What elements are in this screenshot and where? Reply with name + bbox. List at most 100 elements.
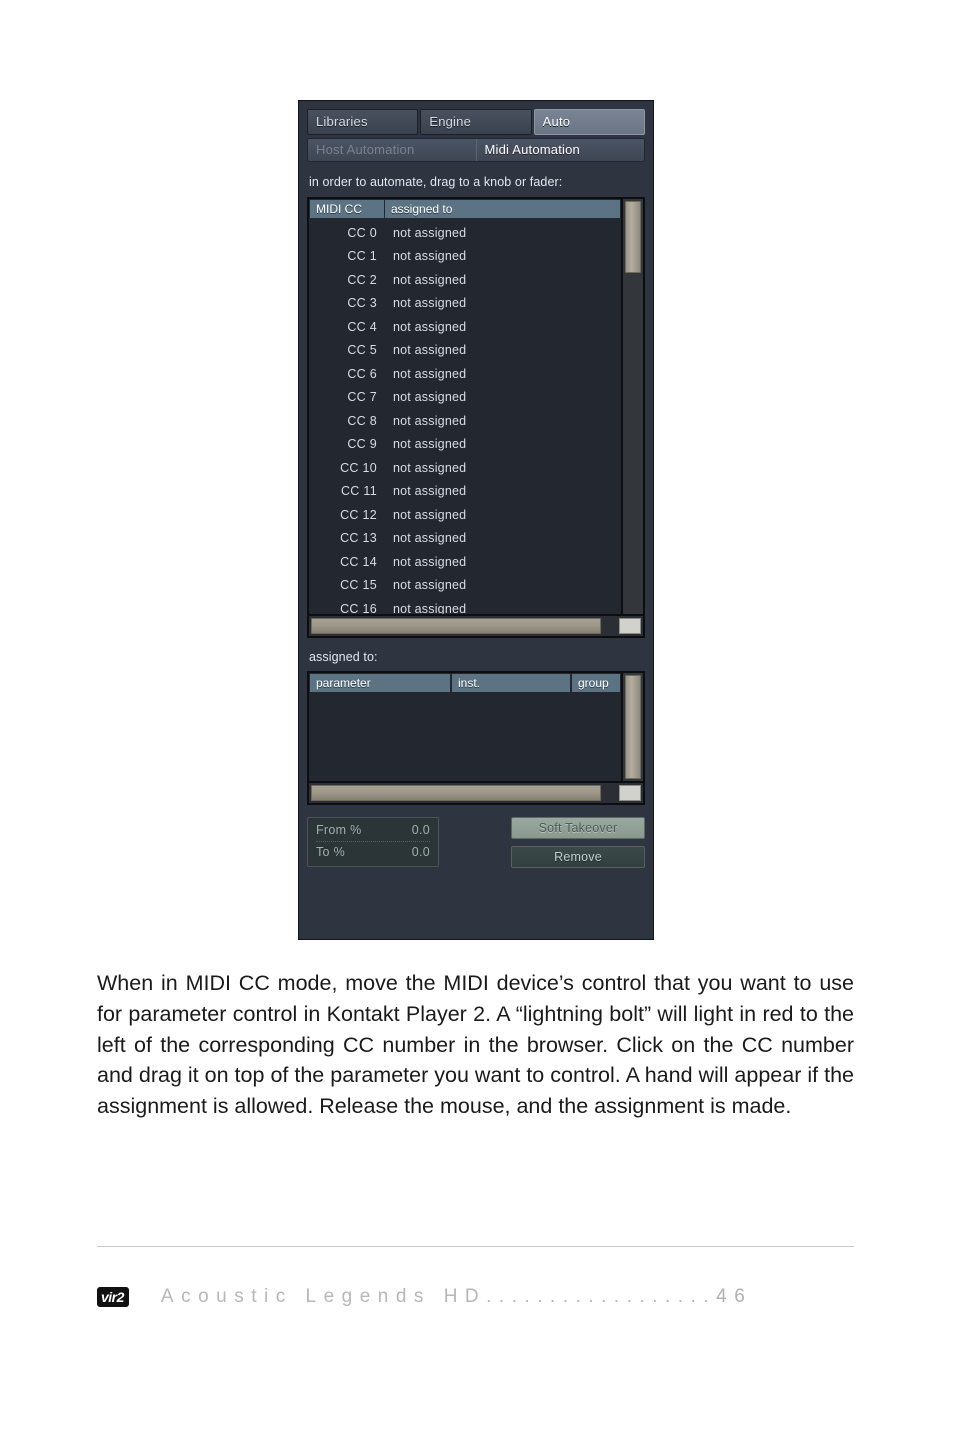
body-paragraph: When in MIDI CC mode, move the MIDI devi…	[97, 971, 854, 1119]
cc-assignment: not assigned	[393, 249, 467, 264]
cc-number: CC 10	[340, 460, 377, 475]
from-percent-row[interactable]: From % 0.0	[316, 822, 430, 839]
table-row[interactable]: CC 12 not assigned	[309, 503, 621, 527]
midi-cc-list-inner: MIDI CC assigned to CC 0 not assigned CC 1…	[309, 199, 643, 614]
cc-number: CC 14	[340, 554, 377, 569]
range-divider	[316, 841, 430, 842]
cc-assignment: not assigned	[393, 366, 467, 381]
tab-libraries-label: Libraries	[316, 114, 368, 129]
table-row[interactable]: CC 11 not assigned	[309, 480, 621, 504]
table-row[interactable]: CC 0 not assigned	[309, 221, 621, 245]
cc-assignment: not assigned	[393, 272, 467, 287]
subtab-midi-automation-label: Midi Automation	[484, 142, 580, 157]
cc-number: CC 15	[340, 578, 377, 593]
table-row[interactable]: CC 15 not assigned	[309, 574, 621, 598]
cc-assignment: not assigned	[393, 578, 467, 593]
assigned-to-table: parameter inst. group	[307, 671, 645, 805]
table-row[interactable]: CC 13 not assigned	[309, 527, 621, 551]
cc-number: CC 1	[347, 249, 377, 264]
cc-assignment: not assigned	[393, 225, 467, 240]
column-header-parameter[interactable]: parameter	[310, 674, 450, 692]
midi-cc-columns: MIDI CC assigned to CC 0 not assigned CC 1…	[309, 199, 621, 614]
cc-assignment: not assigned	[393, 437, 467, 452]
column-header-group[interactable]: group	[572, 674, 620, 692]
table-row[interactable]: CC 16 not assigned	[309, 597, 621, 614]
table-row[interactable]: CC 7 not assigned	[309, 386, 621, 410]
kontakt-screenshot: Libraries Engine Auto Host Automation Mi…	[298, 100, 654, 940]
assigned-to-label: assigned to:	[309, 650, 378, 664]
range-display[interactable]: From % 0.0 To % 0.0	[307, 817, 439, 867]
cc-assignment: not assigned	[393, 390, 467, 405]
table-row[interactable]: CC 6 not assigned	[309, 362, 621, 386]
column-header-inst[interactable]: inst.	[452, 674, 570, 692]
cc-number: CC 6	[347, 366, 377, 381]
table-row[interactable]: CC 9 not assigned	[309, 433, 621, 457]
midi-cc-horizontal-scroll-track[interactable]	[601, 616, 619, 636]
cc-assignment: not assigned	[393, 554, 467, 569]
assigned-to-vertical-scrollbar[interactable]	[621, 673, 643, 781]
soft-takeover-button[interactable]: Soft Takeover	[511, 817, 645, 839]
vir2-logo: vir2	[97, 1287, 129, 1307]
footer-divider	[97, 1246, 854, 1247]
table-row[interactable]: CC 3 not assigned	[309, 292, 621, 316]
tab-libraries[interactable]: Libraries	[307, 109, 419, 135]
assigned-to-vertical-scroll-thumb[interactable]	[625, 675, 641, 779]
remove-button[interactable]: Remove	[511, 846, 645, 868]
cc-assignment: not assigned	[393, 601, 467, 614]
table-row[interactable]: CC 10 not assigned	[309, 456, 621, 480]
footer-title: Acoustic Legends HD..................46	[161, 1286, 752, 1308]
cc-number: CC 5	[347, 343, 377, 358]
column-header-assigned-to[interactable]: assigned to	[385, 200, 620, 218]
from-percent-label: From %	[316, 823, 362, 837]
subtab-host-automation[interactable]: Host Automation	[308, 139, 477, 161]
cc-assignment: not assigned	[393, 484, 467, 499]
assigned-to-inner: parameter inst. group	[309, 673, 643, 781]
footer-leader-dots: ..................	[486, 1286, 717, 1307]
midi-cc-vertical-scrollbar[interactable]	[621, 199, 643, 614]
midi-cc-resize-corner[interactable]	[619, 618, 641, 634]
midi-cc-row-container: CC 0 not assigned CC 1 not assigned CC 2 not …	[309, 218, 621, 614]
tab-engine[interactable]: Engine	[420, 109, 532, 135]
midi-cc-vertical-scroll-thumb[interactable]	[625, 201, 641, 273]
automation-hint: in order to automate, drag to a knob or …	[309, 175, 563, 189]
cc-assignment: not assigned	[393, 319, 467, 334]
cc-number: CC 13	[340, 531, 377, 546]
to-percent-label: To %	[316, 845, 345, 859]
cc-assignment: not assigned	[393, 343, 467, 358]
assigned-to-horizontal-scrollbar[interactable]	[309, 781, 643, 803]
table-row[interactable]: CC 1 not assigned	[309, 245, 621, 269]
table-row[interactable]: CC 2 not assigned	[309, 268, 621, 292]
table-row[interactable]: CC 14 not assigned	[309, 550, 621, 574]
tab-auto-label: Auto	[542, 114, 571, 129]
cc-number: CC 9	[347, 437, 377, 452]
cc-number: CC 4	[347, 319, 377, 334]
assigned-to-horizontal-scroll-thumb[interactable]	[311, 785, 601, 801]
footer-page-number: 46	[716, 1286, 753, 1307]
table-row[interactable]: CC 4 not assigned	[309, 315, 621, 339]
cc-number: CC 2	[347, 272, 377, 287]
assigned-to-row-container	[309, 692, 621, 781]
column-header-midi-cc[interactable]: MIDI CC	[310, 200, 384, 218]
midi-cc-horizontal-scrollbar[interactable]	[309, 614, 643, 636]
table-row[interactable]: CC 8 not assigned	[309, 409, 621, 433]
tab-auto[interactable]: Auto	[533, 109, 645, 135]
main-tab-row: Libraries Engine Auto	[307, 109, 645, 135]
assigned-to-header-row: parameter inst. group	[309, 673, 621, 692]
cc-number: CC 8	[347, 413, 377, 428]
range-and-actions-row: From % 0.0 To % 0.0 Soft Takeover Remove	[307, 817, 645, 868]
action-button-column: Soft Takeover Remove	[511, 817, 645, 868]
assigned-to-columns: parameter inst. group	[309, 673, 621, 781]
page-footer: vir2 Acoustic Legends HD................…	[97, 1286, 854, 1308]
to-percent-row[interactable]: To % 0.0	[316, 844, 430, 861]
assigned-to-resize-corner[interactable]	[619, 785, 641, 801]
assigned-to-horizontal-scroll-track[interactable]	[601, 783, 619, 803]
midi-cc-header-row: MIDI CC assigned to	[309, 199, 621, 218]
midi-cc-horizontal-scroll-thumb[interactable]	[311, 618, 601, 634]
footer-title-text: Acoustic Legends HD	[160, 1286, 487, 1307]
table-row[interactable]: CC 5 not assigned	[309, 339, 621, 363]
cc-number: CC 16	[340, 601, 377, 614]
cc-number: CC 0	[347, 225, 377, 240]
subtab-midi-automation[interactable]: Midi Automation	[477, 139, 645, 161]
automation-subtab-row: Host Automation Midi Automation	[307, 138, 645, 162]
cc-assignment: not assigned	[393, 507, 467, 522]
